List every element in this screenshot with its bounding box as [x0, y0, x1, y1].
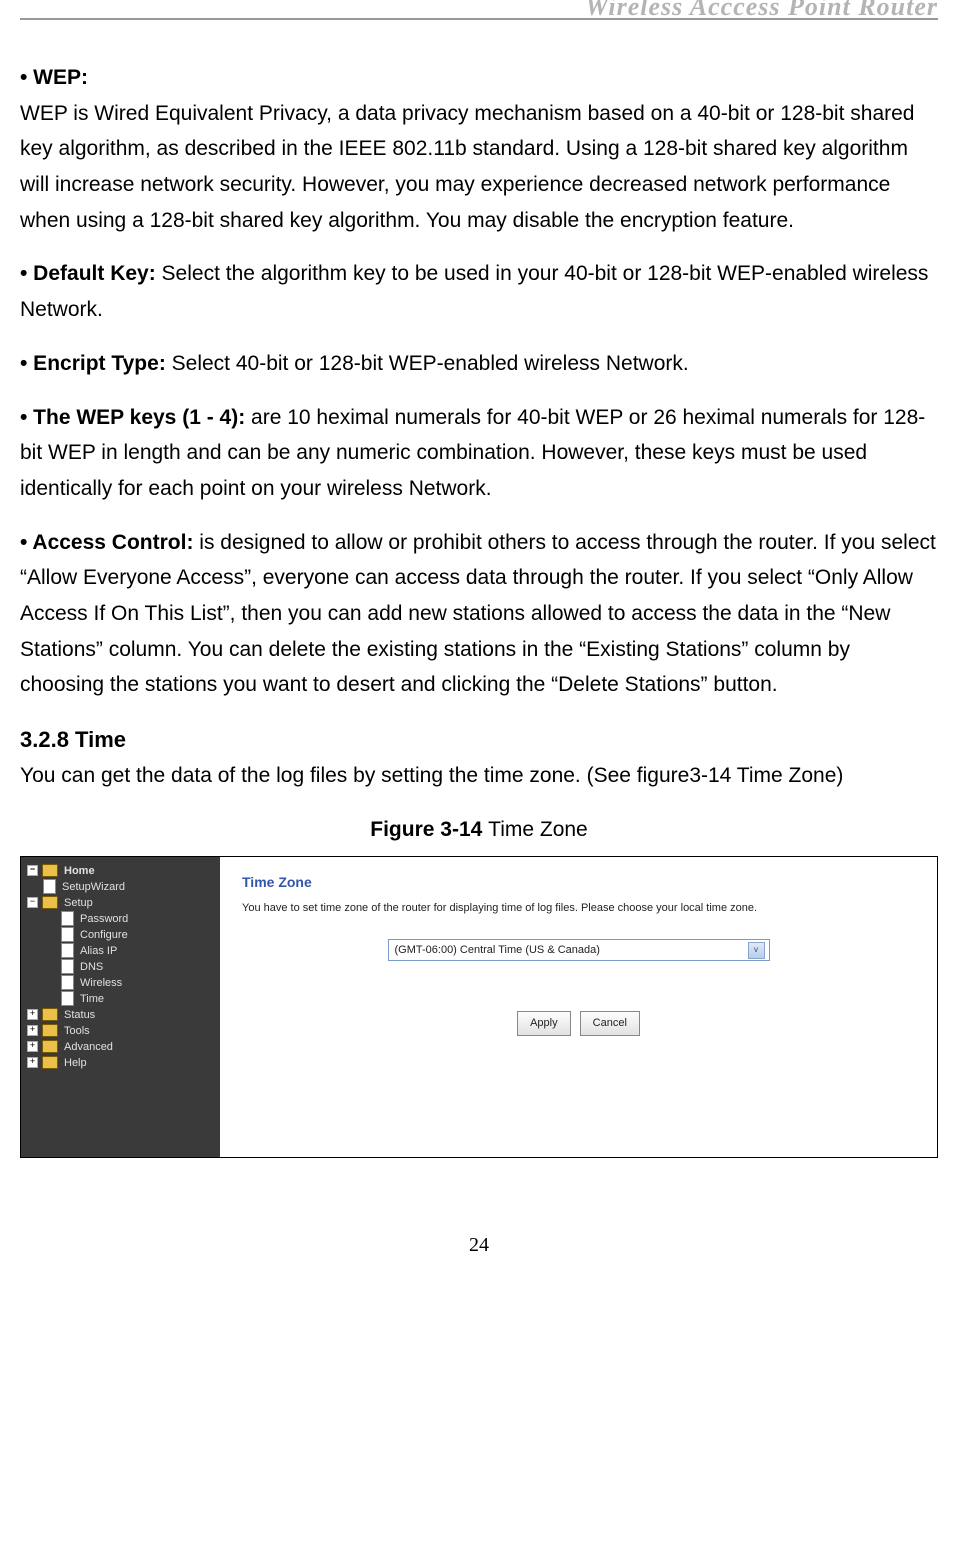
timezone-select[interactable]: (GMT-06:00) Central Time (US & Canada) v — [388, 939, 770, 961]
nav-status[interactable]: +Status — [23, 1007, 218, 1023]
page-icon — [61, 959, 74, 974]
timezone-selected-value: (GMT-06:00) Central Time (US & Canada) — [395, 941, 600, 960]
nav-home-label: Home — [64, 863, 95, 879]
figure-screenshot: − Home Setup Wizard − Setup Password Con… — [20, 856, 938, 1158]
page-icon — [61, 943, 74, 958]
wepkeys-para: • The WEP keys (1 - 4): are 10 heximal n… — [20, 400, 938, 507]
page-icon — [61, 991, 74, 1006]
plus-icon[interactable]: + — [27, 1057, 38, 1068]
folder-icon — [42, 1056, 58, 1069]
nav-item-password[interactable]: Password — [23, 911, 218, 927]
nav-item-time[interactable]: Time — [23, 991, 218, 1007]
nav-item-dns[interactable]: DNS — [23, 959, 218, 975]
figure-caption: Figure 3-14 Time Zone — [20, 812, 938, 848]
page-icon — [61, 975, 74, 990]
nav-advanced[interactable]: +Advanced — [23, 1039, 218, 1055]
page-icon — [61, 927, 74, 942]
timezone-title: Time Zone — [242, 871, 915, 895]
body-content: • WEP: WEP is Wired Equivalent Privacy, … — [20, 60, 938, 1262]
figure-caption-rest: Time Zone — [488, 818, 588, 841]
encript-body: Select 40-bit or 128-bit WEP-enabled wir… — [172, 352, 689, 375]
wepkeys-label: • The WEP keys (1 - 4): — [20, 406, 251, 429]
header-title: Wireless Acccess Point Router — [585, 0, 938, 22]
nav-item-aliasip[interactable]: Alias IP — [23, 943, 218, 959]
folder-icon — [42, 864, 58, 877]
page-number: 24 — [20, 1228, 938, 1262]
access-para: • Access Control: is designed to allow o… — [20, 525, 938, 703]
nav-setup[interactable]: − Setup — [23, 895, 218, 911]
wep-para: • WEP: WEP is Wired Equivalent Privacy, … — [20, 60, 938, 238]
cancel-button[interactable]: Cancel — [580, 1011, 640, 1036]
folder-icon — [42, 1008, 58, 1021]
access-label: • Access Control: — [20, 531, 199, 554]
folder-icon — [42, 1040, 58, 1053]
nav-help[interactable]: +Help — [23, 1055, 218, 1071]
nav-panel: − Home Setup Wizard − Setup Password Con… — [21, 857, 220, 1157]
minus-icon[interactable]: − — [27, 865, 38, 876]
timezone-desc: You have to set time zone of the router … — [242, 899, 915, 918]
figure-caption-bold: Figure 3-14 — [370, 818, 488, 841]
nav-home[interactable]: − Home — [23, 863, 218, 879]
wep-label: • WEP: — [20, 66, 88, 89]
folder-icon — [42, 896, 58, 909]
encript-label: • Encript Type: — [20, 352, 172, 375]
nav-setup-label: Setup — [62, 879, 91, 895]
defaultkey-para: • Default Key: Select the algorithm key … — [20, 256, 938, 327]
plus-icon[interactable]: + — [27, 1009, 38, 1020]
nav-tools[interactable]: +Tools — [23, 1023, 218, 1039]
wep-body: WEP is Wired Equivalent Privacy, a data … — [20, 102, 914, 232]
nav-setup2-label: Setup — [64, 895, 93, 911]
nav-item-configure[interactable]: Configure — [23, 927, 218, 943]
folder-icon — [42, 1024, 58, 1037]
chevron-down-icon[interactable]: v — [748, 942, 765, 959]
apply-button[interactable]: Apply — [517, 1011, 571, 1036]
page-icon — [43, 879, 56, 894]
header-rule: Wireless Acccess Point Router — [20, 18, 938, 20]
nav-setup-wizard[interactable]: Setup Wizard — [23, 879, 218, 895]
time-heading: 3.2.8 Time — [20, 721, 938, 758]
defaultkey-label: • Default Key: — [20, 262, 162, 285]
content-panel: Time Zone You have to set time zone of t… — [220, 857, 937, 1157]
page-icon — [61, 911, 74, 926]
minus-icon[interactable]: − — [27, 897, 38, 908]
nav-item-wireless[interactable]: Wireless — [23, 975, 218, 991]
time-body: You can get the data of the log files by… — [20, 758, 938, 794]
plus-icon[interactable]: + — [27, 1041, 38, 1052]
plus-icon[interactable]: + — [27, 1025, 38, 1036]
access-body: is designed to allow or prohibit others … — [20, 531, 936, 697]
encript-para: • Encript Type: Select 40-bit or 128-bit… — [20, 346, 938, 382]
